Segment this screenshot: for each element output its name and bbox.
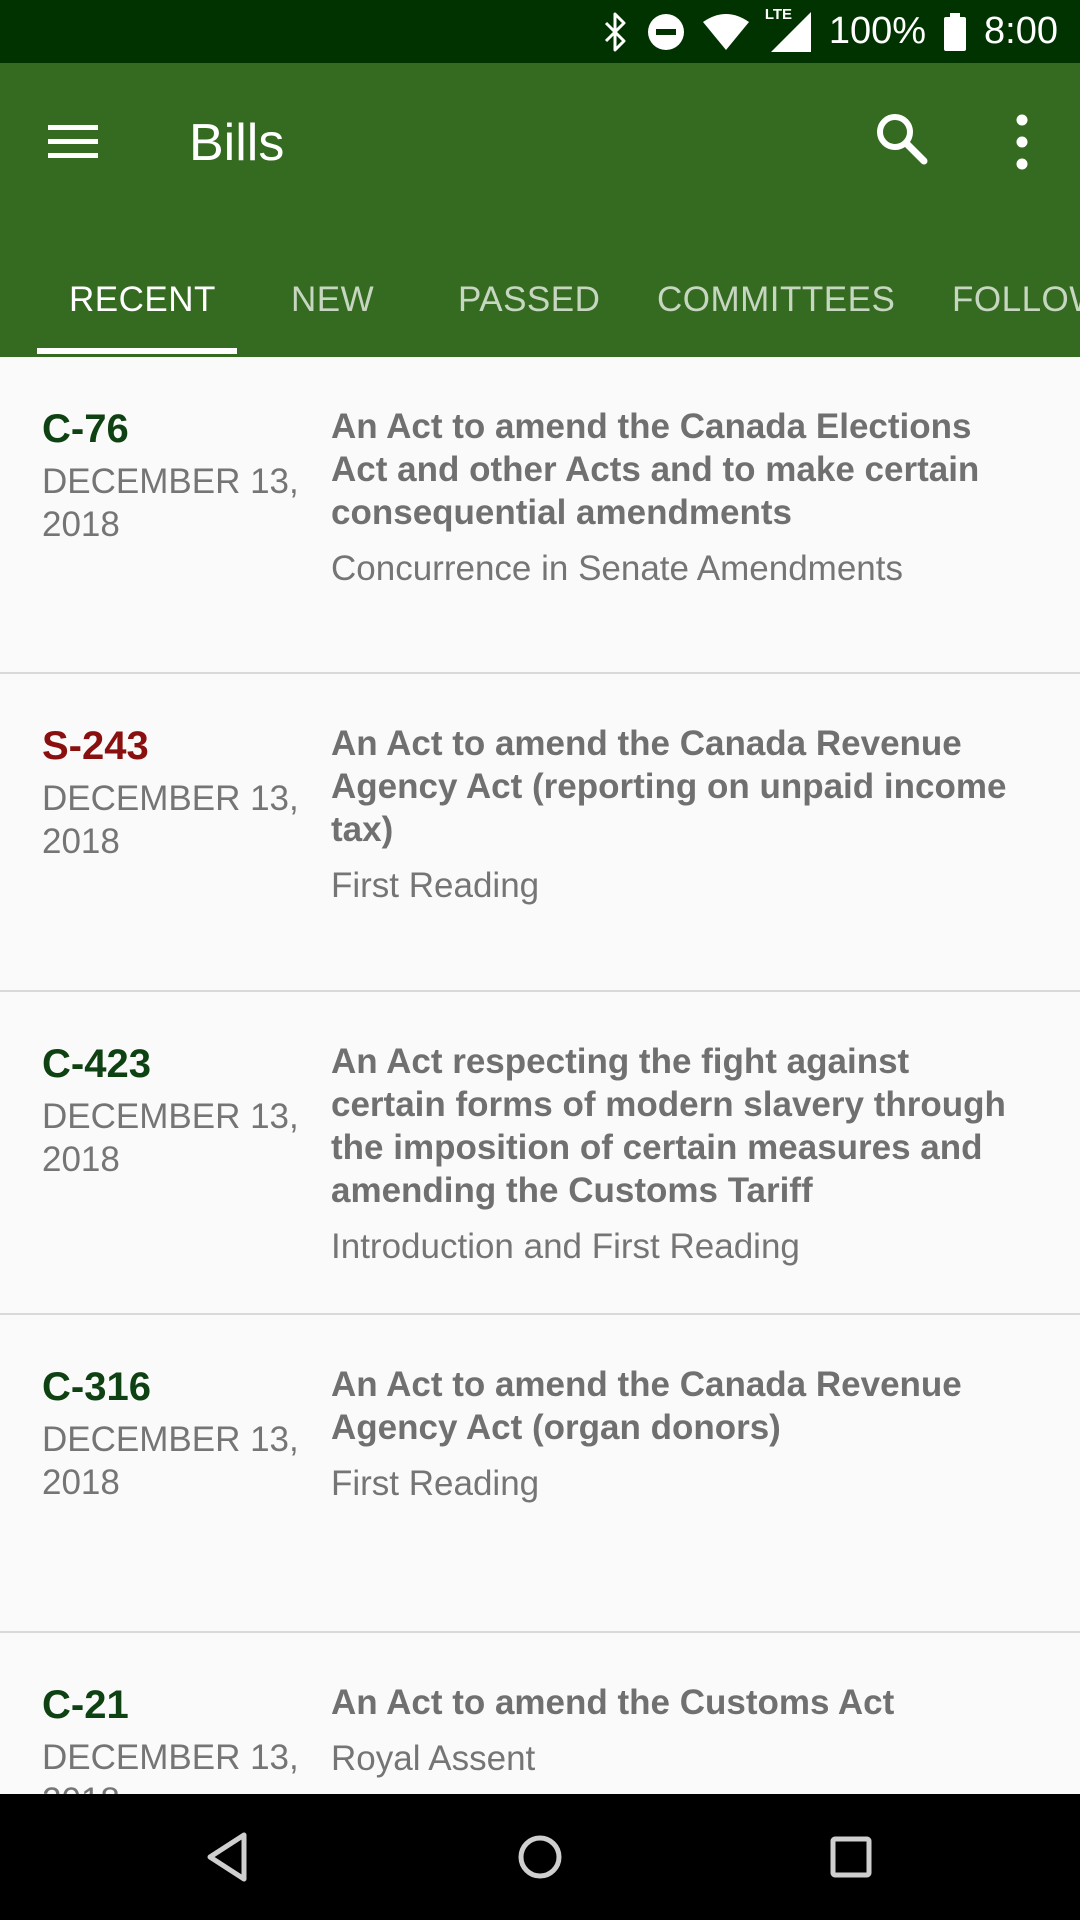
battery-icon [944, 12, 967, 51]
bill-row[interactable]: S-243 DECEMBER 13, 2018 An Act to amend … [0, 674, 1080, 992]
menu-icon[interactable] [46, 115, 100, 169]
tab-recent[interactable]: RECENT [69, 253, 216, 357]
bill-row[interactable]: C-423 DECEMBER 13, 2018 An Act respectin… [0, 992, 1080, 1315]
bill-number: S-243 [42, 724, 149, 768]
bill-number: C-423 [42, 1042, 151, 1086]
page-title: Bills [189, 114, 285, 172]
bill-date: DECEMBER 13, 2018 [42, 1095, 302, 1181]
bill-number: C-21 [42, 1683, 129, 1727]
bill-list: C-76 DECEMBER 13, 2018 An Act to amend t… [0, 357, 1080, 1794]
bill-stage: Introduction and First Reading [331, 1227, 800, 1266]
battery-percentage: 100% [828, 10, 927, 52]
tab-passed[interactable]: PASSED [458, 253, 600, 357]
overflow-menu-icon[interactable] [1000, 107, 1044, 177]
bill-date-line: DECEMBER 13, [42, 779, 299, 818]
bill-stage: First Reading [331, 1464, 540, 1503]
wifi-icon [702, 13, 749, 50]
bill-row[interactable]: C-76 DECEMBER 13, 2018 An Act to amend t… [0, 357, 1080, 674]
bill-date-line: 2018 [42, 1140, 120, 1179]
bill-title: An Act to amend the Canada Revenue Agenc… [331, 724, 1007, 849]
app-bar: Bills RECENT NEW PASSED COMMITTEES FOLLO… [0, 63, 1080, 357]
bill-date-line: 2018 [42, 822, 120, 861]
bill-stage: Concurrence in Senate Amendments [331, 549, 903, 588]
status-icons: LTE 100% 8:00 [603, 0, 1058, 63]
bill-number: C-316 [42, 1365, 151, 1409]
bill-date-line: DECEMBER 13, [42, 1738, 299, 1777]
bill-date-line: DECEMBER 13, [42, 462, 299, 501]
bill-stage: Royal Assent [331, 1739, 536, 1778]
bill-stage: First Reading [331, 866, 540, 905]
bill-date-line: 2018 [42, 1463, 120, 1502]
bill-title: An Act respecting the fight against cert… [331, 1042, 1006, 1210]
recents-icon[interactable] [815, 1821, 887, 1893]
bill-date-line: DECEMBER 13, [42, 1420, 299, 1459]
bill-date: DECEMBER 13, 2018 [42, 1418, 302, 1504]
bill-number: C-76 [42, 407, 129, 451]
bill-title: An Act to amend the Customs Act [331, 1683, 895, 1722]
bill-row[interactable]: C-316 DECEMBER 13, 2018 An Act to amend … [0, 1315, 1080, 1633]
tab-follow[interactable]: FOLLOW [952, 253, 1080, 357]
bill-date-line: 2018 [42, 1779, 302, 1794]
network-type-label: LTE [764, 5, 793, 23]
bill-date-line: DECEMBER 13, [42, 1097, 299, 1136]
status-bar: LTE 100% 8:00 [0, 0, 1080, 63]
bill-date-line: 2018 [42, 505, 120, 544]
tab-new[interactable]: NEW [291, 253, 374, 357]
back-icon[interactable] [192, 1821, 264, 1893]
bill-date: DECEMBER 13, 2018 [42, 777, 302, 863]
bluetooth-icon [604, 12, 626, 51]
bill-title: An Act to amend the Canada Revenue Agenc… [331, 1365, 962, 1447]
search-icon[interactable] [870, 107, 934, 171]
system-nav-bar [0, 1794, 1080, 1920]
home-icon[interactable] [504, 1821, 576, 1893]
clock: 8:00 [984, 10, 1058, 52]
bill-date: DECEMBER 13, 2018 [42, 1736, 302, 1794]
cell-signal-icon: LTE [765, 6, 811, 52]
bill-title: An Act to amend the Canada Elections Act… [331, 407, 980, 532]
tab-committees[interactable]: COMMITTEES [657, 253, 895, 357]
bill-date: DECEMBER 13, 2018 [42, 460, 302, 546]
active-tab-indicator [37, 348, 237, 354]
tab-bar: RECENT NEW PASSED COMMITTEES FOLLOW [0, 253, 1080, 357]
bill-row[interactable]: C-21 DECEMBER 13, 2018 An Act to amend t… [0, 1633, 1080, 1794]
do-not-disturb-icon [647, 13, 684, 50]
